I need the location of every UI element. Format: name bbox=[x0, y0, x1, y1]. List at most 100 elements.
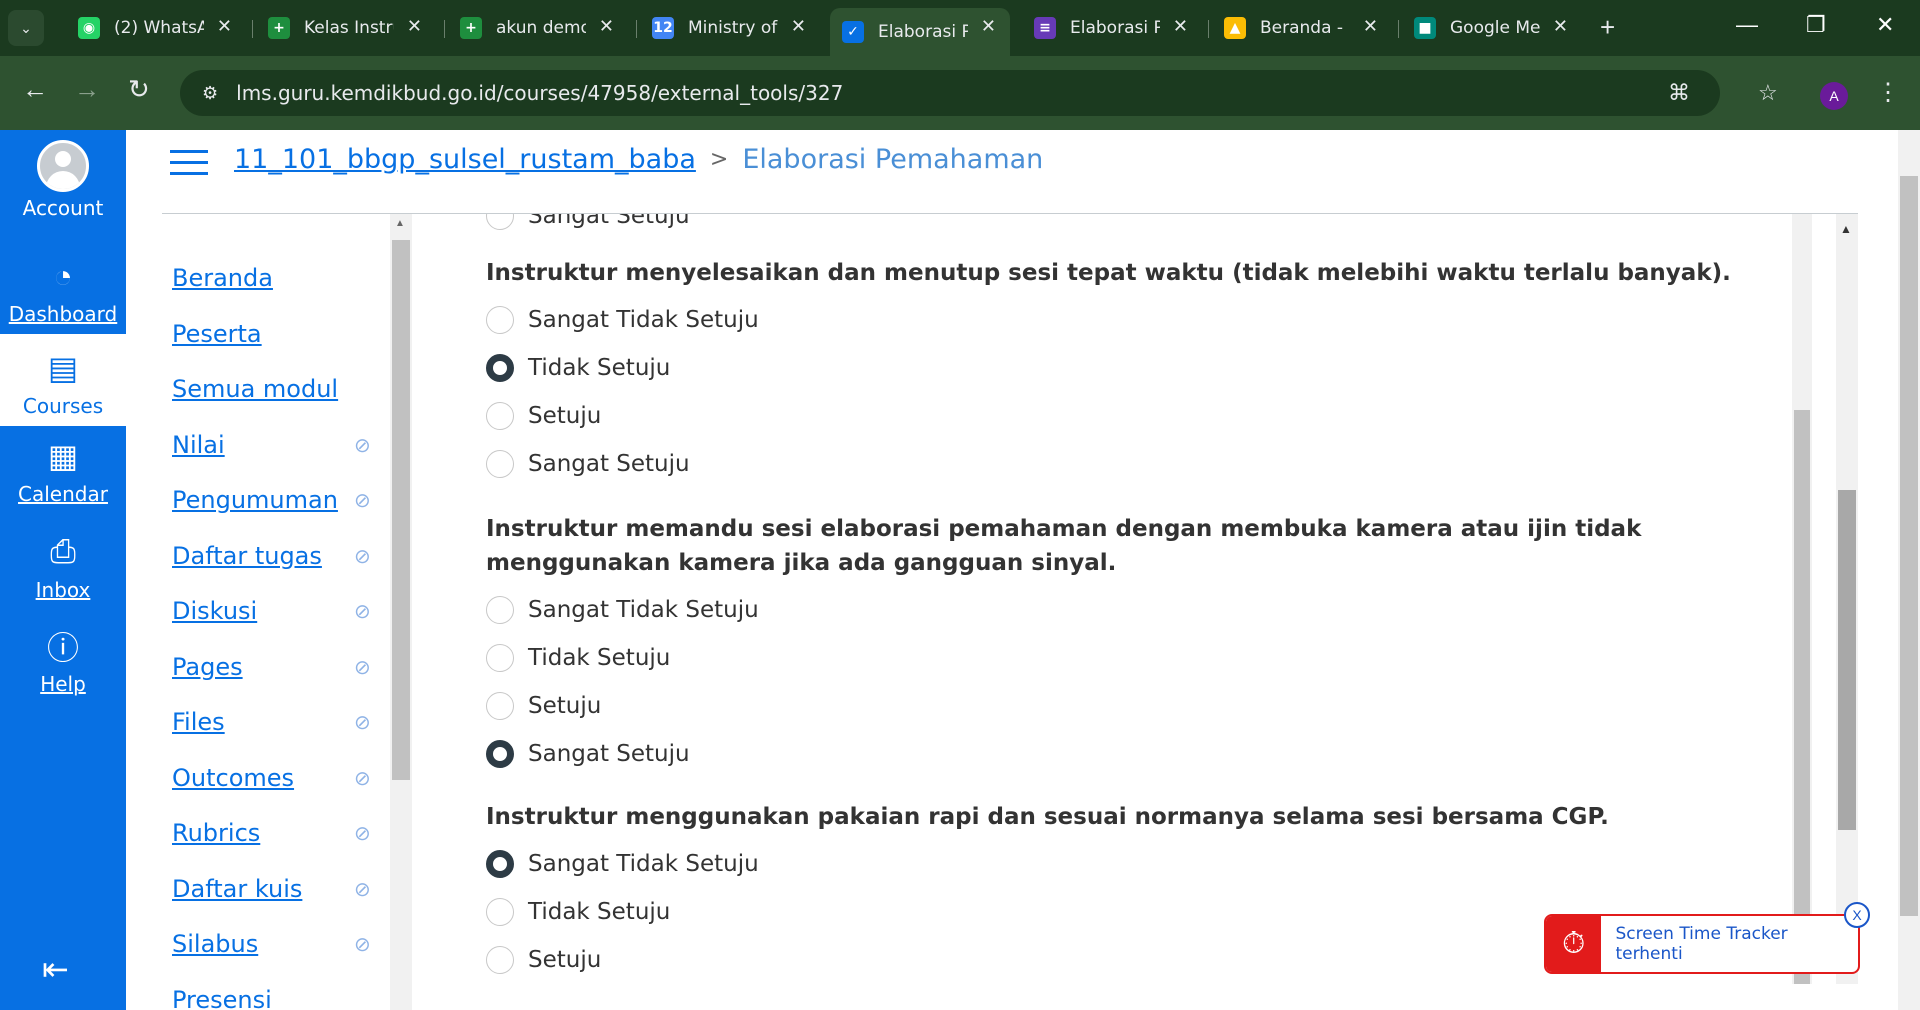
frame-scroll-up-icon[interactable]: ▲ bbox=[1840, 222, 1852, 236]
screen-time-tracker[interactable]: ⏱ Screen Time Tracker terhenti bbox=[1544, 914, 1860, 974]
close-window-button[interactable]: ✕ bbox=[1876, 12, 1894, 38]
breadcrumb: 11_101_bbgp_sulsel_rustam_baba > Elabora… bbox=[234, 144, 1043, 175]
address-bar[interactable]: ⚙ lms.guru.kemdikbud.go.id/courses/47958… bbox=[180, 70, 1778, 116]
survey-option[interactable]: Setuju bbox=[486, 692, 601, 720]
close-tab-icon[interactable]: ✕ bbox=[981, 16, 996, 37]
close-tab-icon[interactable]: ✕ bbox=[599, 16, 614, 37]
forward-button[interactable]: → bbox=[74, 74, 100, 105]
close-tab-icon[interactable]: ✕ bbox=[217, 16, 232, 37]
radio-button[interactable] bbox=[486, 692, 514, 720]
back-button[interactable]: ← bbox=[22, 74, 48, 105]
global-nav-account[interactable]: Account bbox=[0, 140, 126, 232]
global-nav-calendar[interactable]: ▦ Calendar bbox=[0, 434, 126, 526]
global-nav-dashboard[interactable]: ◔ Dashboard bbox=[0, 254, 126, 346]
survey-option[interactable]: Tidak Setuju bbox=[486, 354, 670, 382]
course-nav-item[interactable]: Daftar kuis bbox=[172, 875, 302, 903]
survey-option[interactable]: Sangat Tidak Setuju bbox=[486, 306, 759, 334]
scroll-up-icon[interactable]: ▲ bbox=[395, 218, 405, 229]
collapse-nav-icon[interactable]: ⇤ bbox=[42, 950, 69, 988]
course-nav-item[interactable]: Silabus bbox=[172, 930, 258, 958]
hidden-eye-icon: ⊘ bbox=[354, 601, 371, 623]
close-tab-icon[interactable]: ✕ bbox=[1553, 16, 1568, 37]
tab-search-button[interactable]: ⌄ bbox=[8, 10, 44, 46]
radio-button[interactable] bbox=[486, 596, 514, 624]
close-tab-icon[interactable]: ✕ bbox=[791, 16, 806, 37]
survey-option[interactable]: Sangat Setuju bbox=[486, 740, 690, 768]
survey-option[interactable]: Tidak Setuju bbox=[486, 644, 670, 672]
course-nav-item[interactable]: Peserta bbox=[172, 320, 262, 348]
course-nav-item[interactable]: Rubrics bbox=[172, 819, 260, 847]
browser-tab[interactable]: 12 Ministry of ✕ bbox=[640, 8, 820, 48]
survey-scroll-thumb[interactable] bbox=[1794, 410, 1810, 984]
course-nav-item[interactable]: Semua modul bbox=[172, 375, 338, 403]
forms-icon: ≡ bbox=[1034, 17, 1056, 39]
browser-tab-label: Elaborasi P bbox=[878, 22, 968, 42]
course-nav-item[interactable]: Pages bbox=[172, 653, 243, 681]
stopwatch-icon: ⏱ bbox=[1546, 916, 1602, 972]
survey-option[interactable]: Setuju bbox=[486, 402, 601, 430]
radio-button[interactable] bbox=[486, 306, 514, 334]
survey-option[interactable]: Setuju bbox=[486, 946, 601, 974]
radio-button-checked[interactable] bbox=[486, 740, 514, 768]
browser-tab[interactable]: ✓ Elaborasi P ✕ bbox=[830, 8, 1010, 56]
page-scroll-thumb[interactable] bbox=[1900, 176, 1918, 916]
breadcrumb-course-link[interactable]: 11_101_bbgp_sulsel_rustam_baba bbox=[234, 144, 696, 175]
calendar-icon: 12 bbox=[652, 17, 674, 39]
survey-option[interactable]: Sangat Tidak Setuju bbox=[486, 596, 759, 624]
profile-avatar[interactable]: A bbox=[1820, 82, 1848, 110]
tracker-close-button[interactable]: X bbox=[1844, 902, 1870, 928]
global-nav-help[interactable]: ⓘ Help bbox=[0, 624, 126, 716]
frame-scroll-thumb[interactable] bbox=[1838, 490, 1856, 830]
radio-button[interactable] bbox=[486, 402, 514, 430]
hidden-eye-icon: ⊘ bbox=[354, 823, 371, 845]
radio-button[interactable] bbox=[486, 644, 514, 672]
radio-button[interactable] bbox=[486, 946, 514, 974]
browser-tab-strip: ⌄ ◉ (2) WhatsA ✕ + Kelas Instru ✕ + akun demo ✕ 1… bbox=[0, 0, 1920, 56]
browser-tab[interactable]: ≡ Elaborasi P ✕ bbox=[1022, 8, 1202, 48]
reload-button[interactable]: ↻ bbox=[128, 74, 150, 105]
courses-book-icon: ▤ bbox=[47, 350, 79, 386]
url-text[interactable]: lms.guru.kemdikbud.go.id/courses/47958/e… bbox=[236, 81, 843, 105]
radio-button-checked[interactable] bbox=[486, 850, 514, 878]
survey-option[interactable]: Tidak Setuju bbox=[486, 898, 670, 926]
browser-tab[interactable]: ▲ Beranda - ✕ bbox=[1212, 8, 1392, 48]
course-menu-toggle[interactable] bbox=[170, 150, 208, 176]
course-nav-item[interactable]: Beranda bbox=[172, 264, 273, 292]
course-nav-item[interactable]: Presensi bbox=[172, 986, 272, 1010]
radio-button[interactable] bbox=[486, 214, 514, 230]
course-nav-scroll-thumb[interactable] bbox=[392, 240, 410, 780]
course-nav-item[interactable]: Daftar tugas bbox=[172, 542, 322, 570]
survey-option[interactable]: Sangat Setuju bbox=[486, 214, 690, 230]
radio-button[interactable] bbox=[486, 898, 514, 926]
tab-separator bbox=[636, 20, 637, 38]
course-nav-item[interactable]: Outcomes bbox=[172, 764, 294, 792]
course-nav-item[interactable]: Nilai bbox=[172, 431, 225, 459]
global-nav-courses[interactable]: ▤ Courses bbox=[0, 334, 126, 426]
radio-button[interactable] bbox=[486, 450, 514, 478]
sheets-icon: + bbox=[268, 17, 290, 39]
radio-button-checked[interactable] bbox=[486, 354, 514, 382]
course-nav-item[interactable]: Pengumuman bbox=[172, 486, 338, 514]
browser-tab[interactable]: ■ Google Me ✕ bbox=[1402, 8, 1582, 48]
translate-icon[interactable]: ⌘ bbox=[1668, 80, 1690, 106]
browser-tab[interactable]: ◉ (2) WhatsA ✕ bbox=[66, 8, 246, 48]
site-info-icon[interactable]: ⚙ bbox=[202, 83, 218, 104]
survey-option[interactable]: Sangat Tidak Setuju bbox=[486, 850, 759, 878]
browser-tab[interactable]: + akun demo ✕ bbox=[448, 8, 628, 48]
close-tab-icon[interactable]: ✕ bbox=[1363, 16, 1378, 37]
browser-tab[interactable]: + Kelas Instru ✕ bbox=[256, 8, 436, 48]
close-tab-icon[interactable]: ✕ bbox=[1173, 16, 1188, 37]
global-nav-inbox[interactable]: ⎙ Inbox bbox=[0, 530, 126, 622]
minimize-button[interactable]: — bbox=[1736, 12, 1758, 38]
course-nav-item[interactable]: Files bbox=[172, 708, 225, 736]
bookmark-star-icon[interactable]: ☆ bbox=[1758, 80, 1778, 106]
browser-menu-icon[interactable]: ⋮ bbox=[1876, 78, 1900, 107]
course-nav-item[interactable]: Diskusi bbox=[172, 597, 257, 625]
close-tab-icon[interactable]: ✕ bbox=[407, 16, 422, 37]
restore-button[interactable]: ❐ bbox=[1806, 12, 1826, 38]
survey-question: Instruktur menyelesaikan dan menutup ses… bbox=[486, 260, 1731, 286]
survey-option[interactable]: Sangat Setuju bbox=[486, 450, 690, 478]
new-tab-button[interactable]: + bbox=[1600, 12, 1615, 43]
global-navigation: Account ◔ Dashboard ▤ Courses ▦ Calendar… bbox=[0, 130, 126, 1010]
survey-option-label: Sangat Setuju bbox=[528, 451, 690, 477]
